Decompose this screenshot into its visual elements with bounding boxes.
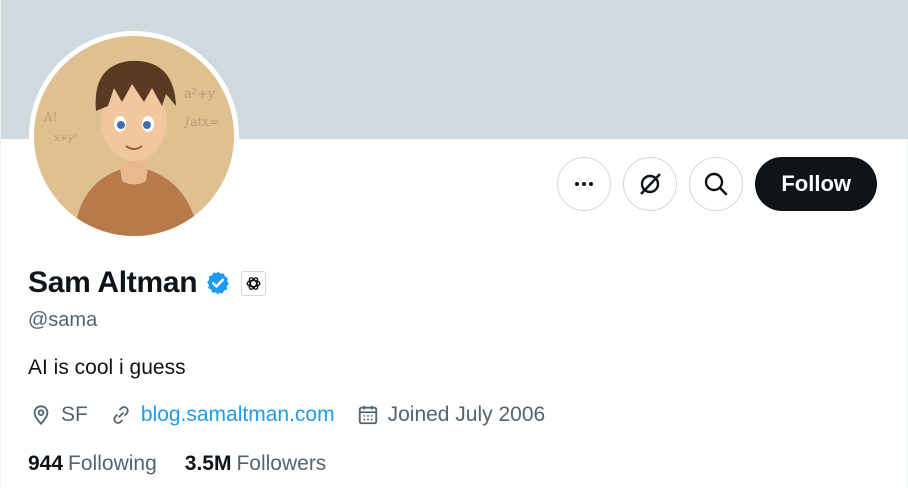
profile-meta: SF blog.samaltman.com Joined July 2006 <box>30 403 567 427</box>
svg-text:a²+y: a²+y <box>184 87 216 102</box>
link-icon <box>113 406 129 424</box>
location-icon <box>33 405 49 426</box>
display-name: Sam Altman <box>28 266 198 299</box>
svg-text:x+y²: x+y² <box>54 133 78 144</box>
svg-text:A!: A! <box>43 110 58 124</box>
profile-handle: @sama <box>28 309 98 331</box>
following-stat[interactable]: 944 Following <box>28 452 157 476</box>
avatar[interactable]: a²+y ∫atx= A! x+y² <box>34 36 234 236</box>
profile-header: a²+y ∫atx= A! x+y² Follow Sam Altman @sa… <box>0 0 908 488</box>
website-item: blog.samaltman.com <box>110 403 335 427</box>
followers-stat[interactable]: 3.5M Followers <box>185 452 327 476</box>
following-count: 944 <box>28 452 64 475</box>
more-icon <box>575 182 594 186</box>
verified-badge-icon[interactable] <box>205 270 231 296</box>
following-label: Following <box>68 452 157 475</box>
more-button[interactable] <box>557 157 612 211</box>
followers-label: Followers <box>236 452 327 475</box>
search-icon <box>705 172 728 196</box>
affiliation-badge[interactable] <box>241 270 267 296</box>
location-item: SF <box>30 403 88 427</box>
follow-button[interactable]: Follow <box>755 157 877 211</box>
calendar-icon <box>358 405 377 425</box>
website-link[interactable]: blog.samaltman.com <box>141 403 335 427</box>
joined-text: Joined July 2006 <box>387 403 546 426</box>
openai-logo-icon <box>246 276 261 290</box>
avatar-frame[interactable]: a²+y ∫atx= A! x+y² <box>29 31 239 241</box>
joined-item: Joined July 2006 <box>357 403 546 427</box>
profile-stats: 944 Following 3.5M Followers <box>28 452 354 476</box>
svg-text:∫atx=: ∫atx= <box>184 115 219 129</box>
location-text: SF <box>61 403 88 426</box>
followers-count: 3.5M <box>184 452 232 475</box>
grok-icon <box>640 173 662 195</box>
name-row: Sam Altman <box>28 266 267 300</box>
profile-actions: Follow <box>557 157 877 211</box>
search-button[interactable] <box>689 157 744 211</box>
profile-bio: AI is cool i guess <box>28 356 186 379</box>
grok-button[interactable] <box>623 157 678 211</box>
